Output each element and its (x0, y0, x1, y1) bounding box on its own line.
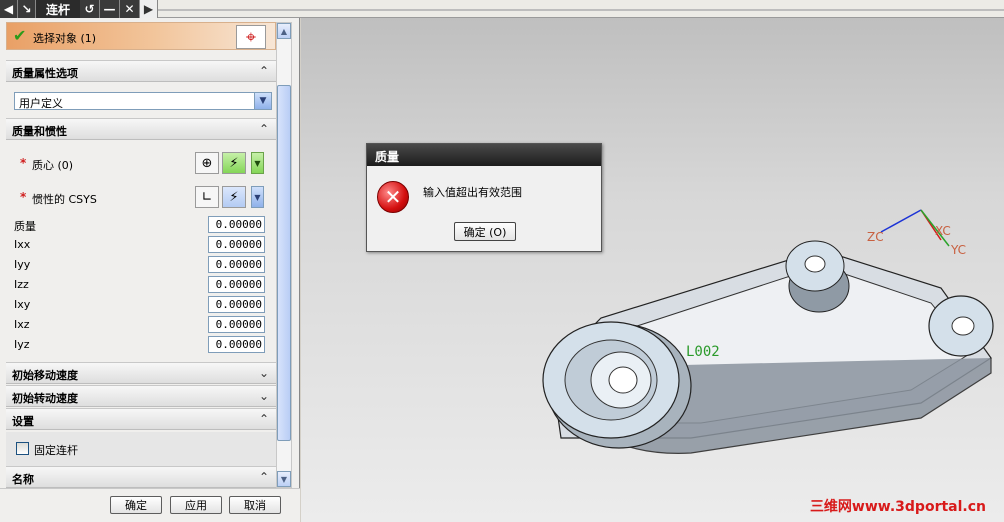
required-star-icon: * (20, 156, 27, 170)
large-pulley-bore (608, 366, 638, 394)
required-star-icon: * (20, 190, 27, 204)
iyy-field-row: Iyy (6, 255, 276, 275)
chevron-up-icon[interactable]: ⌃ (256, 411, 272, 427)
section-title: 初始转动速度 (12, 392, 78, 405)
section-initial-velocity[interactable]: 初始移动速度 ⌄ (6, 362, 276, 384)
chevron-down-icon[interactable]: ▼ (251, 186, 264, 208)
scroll-up-icon[interactable]: ▲ (277, 23, 291, 39)
arrow-right-icon[interactable]: ▶ (140, 0, 158, 18)
error-icon: ✕ (377, 181, 409, 213)
ixy-label: Ixy (14, 298, 31, 311)
ixz-field-row: Ixz (6, 315, 276, 335)
panel-content: ✔ 选择对象 (1) ⌖ 质量属性选项 ⌃ 用户定义 ▼ 质量和惯性 ⌃ * 质… (6, 18, 276, 488)
section-name[interactable]: 名称 ⌃ (6, 466, 276, 488)
izz-field-row: Izz (6, 275, 276, 295)
ixx-field-row: Ixx (6, 235, 276, 255)
belt-drive-model[interactable] (301, 18, 1004, 522)
error-dialog: 质量 ✕ 输入值超出有效范围 确定 (O) (366, 143, 602, 252)
iyy-label: Iyy (14, 258, 31, 271)
arrow-left-icon[interactable]: ◀ (0, 0, 18, 18)
cog-label: 质心 (0) (32, 159, 74, 172)
ixy-input[interactable] (208, 296, 265, 313)
apply-button[interactable]: 应用 (170, 496, 222, 514)
fixed-link-label: 固定连杆 (34, 444, 78, 457)
cursor-icon[interactable]: ↘ (18, 0, 36, 18)
section-title: 质量属性选项 (12, 67, 78, 80)
izz-input[interactable] (208, 276, 265, 293)
error-message: 输入值超出有效范围 (423, 186, 522, 199)
error-ok-button[interactable]: 确定 (O) (454, 222, 516, 241)
graphics-viewport[interactable]: L002 ZC XC YC (301, 18, 1004, 522)
csys-dialog-icon[interactable]: ∟ (195, 186, 219, 208)
ok-button[interactable]: 确定 (110, 496, 162, 514)
chevron-down-icon[interactable]: ▼ (254, 93, 271, 109)
section-title: 设置 (12, 415, 34, 428)
chevron-up-icon[interactable]: ⌃ (256, 63, 272, 79)
chevron-down-icon[interactable]: ⌄ (256, 388, 272, 404)
csys-label: 惯性的 CSYS (32, 193, 97, 206)
iyz-label: Iyz (14, 338, 30, 351)
axis-z-line (880, 209, 922, 233)
watermark-text: 三维网www.3dportal.cn (809, 499, 986, 515)
cancel-button[interactable]: 取消 (229, 496, 281, 514)
ixz-label: Ixz (14, 318, 30, 331)
scroll-thumb[interactable] (277, 85, 291, 441)
ixz-input[interactable] (208, 316, 265, 333)
mass-input[interactable] (208, 216, 265, 233)
ixx-input[interactable] (208, 236, 265, 253)
panel-scrollbar[interactable]: ▲ ▼ (276, 22, 292, 488)
axis-zc-label: ZC (867, 230, 884, 244)
close-icon[interactable]: ✕ (120, 0, 140, 18)
izz-label: Izz (14, 278, 29, 291)
crosshair-target-icon[interactable]: ⌖ (236, 25, 266, 49)
iyz-field-row: Iyz (6, 335, 276, 355)
section-title: 质量和惯性 (12, 125, 67, 138)
chevron-up-icon[interactable]: ⌃ (256, 469, 272, 485)
mass-props-dropdown[interactable]: 用户定义 ▼ (14, 92, 272, 110)
section-title: 名称 (12, 473, 34, 486)
scroll-down-icon[interactable]: ▼ (277, 471, 291, 487)
reset-icon[interactable]: ↺ (80, 0, 100, 18)
section-initial-rotation[interactable]: 初始转动速度 ⌄ (6, 385, 276, 407)
ixy-field-row: Ixy (6, 295, 276, 315)
dialog-title: 连杆 (36, 0, 80, 18)
section-settings[interactable]: 设置 ⌃ (6, 408, 276, 430)
title-bar: ◀ ↘ 连杆 ↺ — ✕ ▶ (0, 0, 1004, 18)
chevron-down-icon[interactable]: ⌄ (256, 365, 272, 381)
ixx-label: Ixx (14, 238, 31, 251)
link-label-l002: L002 (686, 344, 720, 360)
select-object-row[interactable]: ✔ 选择对象 (1) ⌖ (6, 22, 276, 50)
section-mass-inertia[interactable]: 质量和惯性 ⌃ (6, 118, 276, 140)
checkmark-icon: ✔ (13, 26, 27, 45)
fixed-link-checkbox[interactable] (16, 442, 29, 455)
error-dialog-title: 质量 (367, 144, 601, 166)
inertia-csys-row: * 惯性的 CSYS ∟ ⚡ ▼ (6, 182, 276, 212)
inferred-point-icon[interactable]: ⚡ (222, 152, 246, 174)
axis-xc-label: XC (935, 224, 951, 238)
minimize-icon[interactable]: — (100, 0, 120, 18)
settings-body: 固定连杆 (6, 432, 276, 466)
iyy-input[interactable] (208, 256, 265, 273)
section-title: 初始移动速度 (12, 369, 78, 382)
small-pulley-bore (804, 255, 826, 273)
mass-label: 质量 (14, 220, 36, 233)
center-of-gravity-row: * 质心 (0) ⊕ ⚡ ▼ (6, 148, 276, 178)
point-dialog-icon[interactable]: ⊕ (195, 152, 219, 174)
title-divider (158, 9, 1004, 11)
inferred-csys-icon[interactable]: ⚡ (222, 186, 246, 208)
section-mass-properties[interactable]: 质量属性选项 ⌃ (6, 60, 276, 82)
iyz-input[interactable] (208, 336, 265, 353)
select-object-label: 选择对象 (1) (33, 32, 97, 45)
chevron-down-icon[interactable]: ▼ (251, 152, 264, 174)
axis-yc-label: YC (951, 243, 967, 257)
right-pulley-bore (951, 316, 975, 336)
chevron-up-icon[interactable]: ⌃ (256, 121, 272, 137)
link-dialog-panel: ✔ 选择对象 (1) ⌖ 质量属性选项 ⌃ 用户定义 ▼ 质量和惯性 ⌃ * 质… (0, 18, 300, 522)
dropdown-value: 用户定义 (19, 97, 63, 110)
dialog-button-bar: 确定 应用 取消 (0, 488, 300, 522)
mass-field-row: 质量 (6, 215, 276, 235)
